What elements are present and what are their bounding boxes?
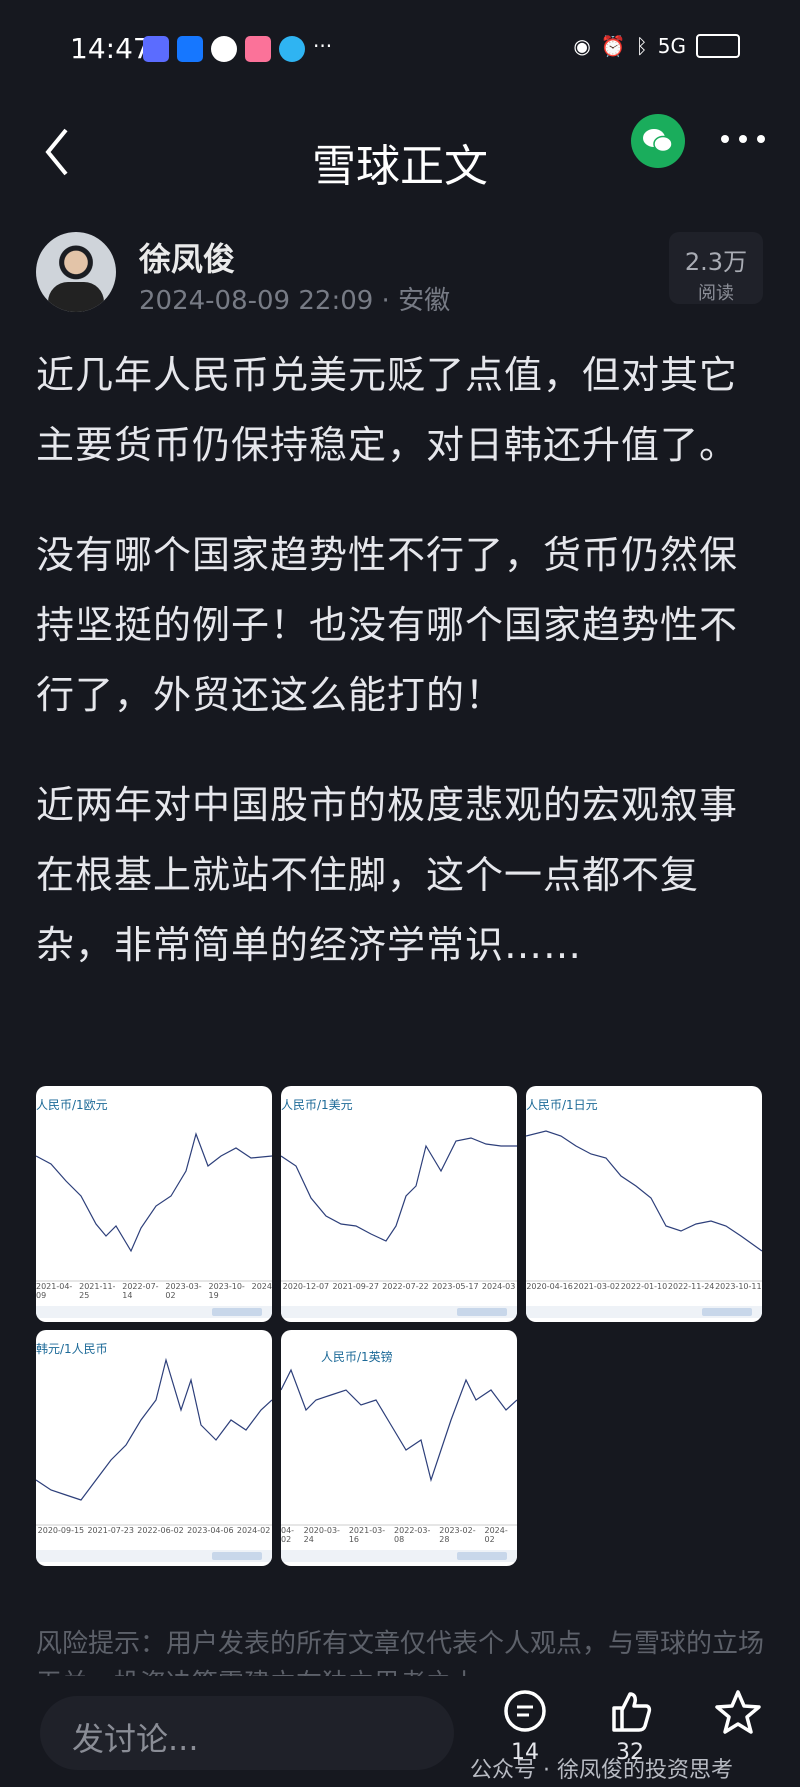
browser-icon [279, 36, 305, 62]
range-slider [281, 1550, 517, 1562]
status-time: 14:47 [70, 32, 151, 65]
chart-dates: 2020-04-16 2021-03-02 2022-01-10 2022-11-24… [526, 1282, 762, 1291]
range-slider [281, 1306, 517, 1318]
date-tick: 2024-03 [481, 1282, 516, 1291]
date-tick: 2022-11-24 [667, 1282, 715, 1291]
eye-icon: ◉ [573, 34, 591, 58]
chart-label: 韩元/1人民币 [36, 1342, 108, 1356]
date-tick: 2022-03-08 [394, 1526, 431, 1544]
read-label: 阅读 [698, 283, 734, 304]
comment-button[interactable]: 14 [490, 1688, 560, 1765]
chart-label: 人民币/1美元 [281, 1098, 353, 1112]
date-tick: 2021-04-09 [36, 1282, 73, 1300]
comment-placeholder: 发讨论... [72, 1720, 199, 1758]
chart-dates: 04-02 2020-03-24 2021-03-16 2022-03-08 2023-… [281, 1526, 517, 1544]
date-tick: 2023-10-19 [208, 1282, 245, 1300]
date-tick: 2020-09-15 [37, 1526, 85, 1535]
chart-label: 人民币/1英镑 [321, 1350, 393, 1364]
date-tick: 2022-06-02 [137, 1526, 184, 1535]
date-tick: 2022-07-22 [382, 1282, 429, 1291]
chart-dates: 2020-12-07 2021-09-27 2022-07-22 2023-05-17… [281, 1282, 517, 1291]
wechat-share-icon[interactable] [631, 114, 685, 168]
post-content: 近几年人民币兑美元贬了点值，但对其它主要货币仍保持稳定，对日韩还升值了。 没有哪… [36, 340, 766, 1020]
star-icon [715, 1690, 761, 1734]
risk-notice: 风险提示：用户发表的所有文章仅代表个人观点，与雪球的立场无关。投资决策需建立在独… [36, 1629, 765, 1676]
chart-label: 人民币/1日元 [526, 1098, 598, 1112]
author-name[interactable]: 徐凤俊 [139, 234, 235, 280]
date-tick: 2021-11-25 [79, 1282, 116, 1300]
date-tick: 2024-02 [484, 1526, 508, 1544]
watermark: 公众号 · 徐凤俊的投资思考 [470, 1758, 733, 1783]
favorite-button[interactable] [703, 1688, 773, 1758]
date-tick: 2023-10-11 [715, 1282, 762, 1291]
alarm-icon: ⏰ [600, 34, 626, 58]
paragraph: 近两年对中国股市的极度悲观的宏观叙事在根基上就站不住脚，这个一点都不复杂，非常简… [36, 783, 739, 967]
date-tick: 2024 [251, 1282, 272, 1291]
post-meta: 2024-08-09 22:09 · 安徽 [139, 286, 451, 316]
paragraph: 没有哪个国家趋势性不行了，货币仍然保持坚挺的例子！也没有哪个国家趋势性不行了，外… [36, 533, 739, 717]
range-slider [36, 1306, 272, 1318]
comment-icon [504, 1690, 546, 1732]
nav-bar: 雪球正文 [0, 100, 800, 220]
range-slider [36, 1550, 272, 1562]
status-right: ◉ ⏰ ᛒ 5G [573, 34, 740, 58]
comment-input[interactable]: 发讨论... [40, 1696, 454, 1770]
chart-thumbnail[interactable]: 人民币/1美元 2020-12-07 2021-09-27 2022-07-22 20… [281, 1086, 517, 1322]
date-tick: 2021-09-27 [332, 1282, 379, 1291]
paragraph: 近几年人民币兑美元贬了点值，但对其它主要货币仍保持稳定，对日韩还升值了。 [36, 353, 739, 467]
date-tick: 2023-02-28 [439, 1526, 476, 1544]
date-tick: 2021-03-16 [348, 1526, 386, 1544]
date-tick: 04-02 [281, 1526, 295, 1544]
date-tick: 2024-02 [236, 1526, 271, 1535]
read-count: 2.3万 [684, 248, 748, 276]
date-tick: 2023-04-06 [187, 1526, 234, 1535]
chart-thumbnail[interactable]: 韩元/1人民币 2020-09-15 2021-07-23 2022-06-02 20… [36, 1330, 272, 1566]
chart-thumbnail[interactable]: 人民币/1英镑 04-02 2020-03-24 2021-03-16 2022-03… [281, 1330, 517, 1566]
chart-dates: 2021-04-09 2021-11-25 2022-07-14 2023-03-02… [36, 1282, 272, 1300]
date-tick: 2023-05-17 [432, 1282, 479, 1291]
read-count-badge: 2.3万 阅读 [669, 232, 763, 304]
chart-thumbnail[interactable]: 人民币/1日元 2020-04-16 2021-03-02 2022-01-10 20… [526, 1086, 762, 1322]
date-tick: 2020-12-07 [282, 1282, 330, 1291]
notification-icons: ··· [143, 36, 333, 62]
date-tick: 2022-01-10 [620, 1282, 668, 1291]
date-tick: 2023-03-02 [165, 1282, 202, 1300]
chart-dates: 2020-09-15 2021-07-23 2022-06-02 2023-04-06… [36, 1526, 272, 1535]
alipay-icon [177, 36, 203, 62]
chart-label: 人民币/1欧元 [36, 1098, 108, 1112]
more-notifications-icon: ··· [313, 34, 333, 58]
status-bar: 14:47 ··· ◉ ⏰ ᛒ 5G [0, 0, 800, 100]
avatar[interactable] [36, 232, 116, 312]
qq-icon [211, 36, 237, 62]
date-tick: 2021-03-02 [573, 1282, 621, 1291]
thumbs-up-icon [612, 1692, 652, 1732]
date-tick: 2022-07-14 [122, 1282, 159, 1300]
like-button[interactable]: 32 [595, 1688, 665, 1765]
more-icon[interactable] [718, 124, 768, 154]
battery-icon [696, 34, 740, 58]
bluetooth-icon: ᛒ [635, 34, 648, 58]
date-tick: 2020-03-24 [303, 1526, 340, 1544]
date-tick: 2020-04-16 [526, 1282, 573, 1291]
chart-thumbnail[interactable]: 人民币/1欧元 2021-04-09 2021-11-25 2022-07-14 20… [36, 1086, 272, 1322]
author-block: 徐凤俊 2024-08-09 22:09 · 安徽 2.3万 阅读 [0, 232, 800, 322]
tieba-icon [143, 36, 169, 62]
range-slider [526, 1306, 762, 1318]
signal-icon: 5G [657, 34, 686, 58]
bilibili-icon [245, 36, 271, 62]
date-tick: 2021-07-23 [87, 1526, 134, 1535]
